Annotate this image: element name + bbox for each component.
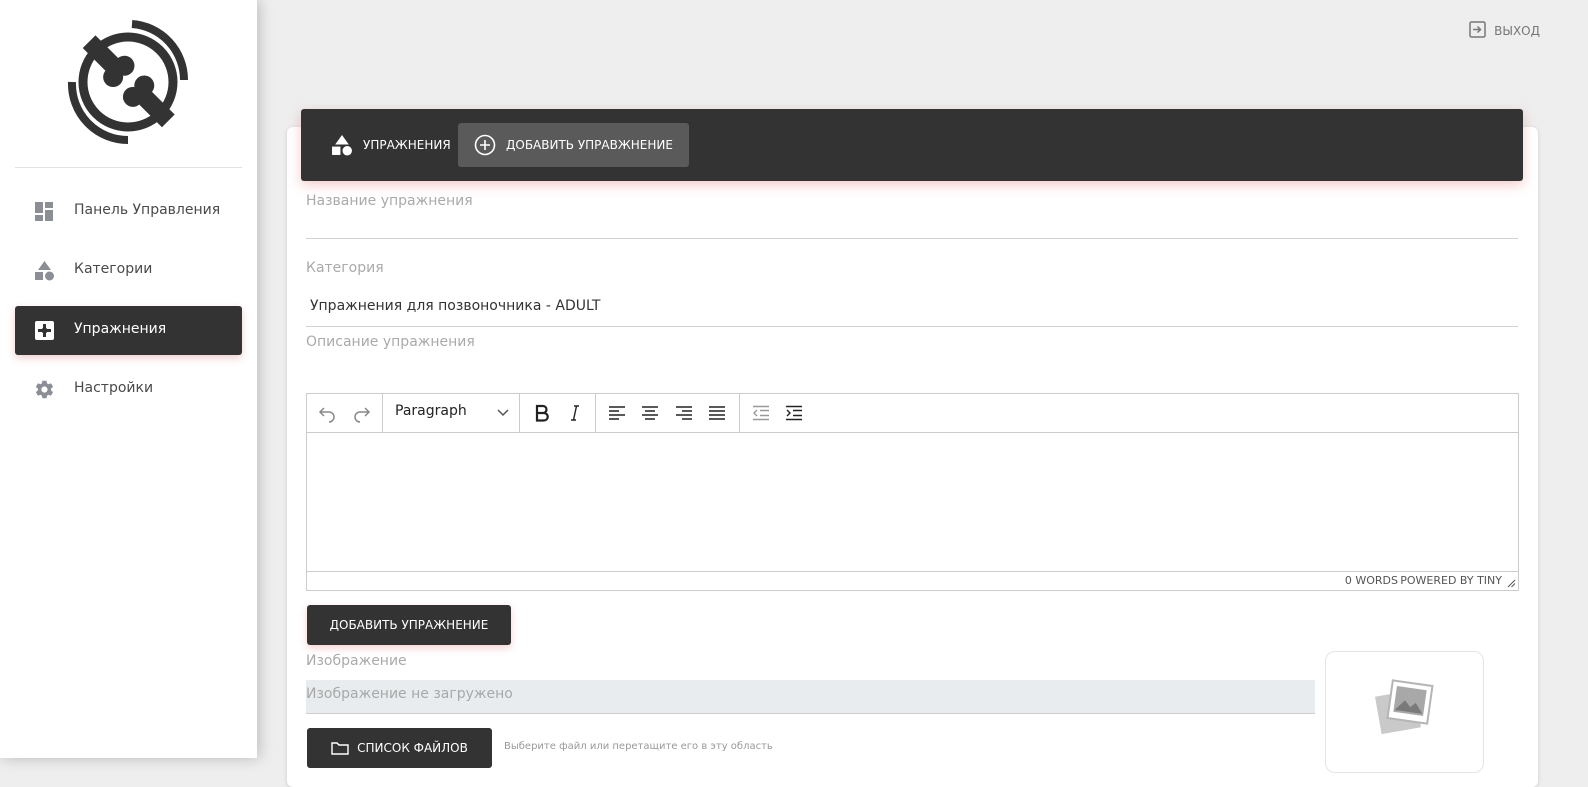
alignment-group	[596, 394, 740, 432]
sidebar-item-dashboard[interactable]: Панель Управления	[15, 187, 242, 236]
align-justify-button[interactable]	[704, 401, 730, 425]
sidebar-item-label: Упражнения	[74, 321, 167, 337]
bold-button[interactable]	[529, 401, 555, 425]
editor-status-bar: 0 WORDS POWERED BY TINY	[307, 571, 1518, 590]
indent-group	[740, 394, 816, 432]
card-header: УПРАЖНЕНИЯ ДОБАВИТЬ УПРАВЖНЕНИЕ	[301, 109, 1523, 181]
redo-icon	[354, 407, 371, 423]
image-preview[interactable]	[1325, 651, 1484, 773]
file-list-button[interactable]: СПИСОК ФАЙЛОВ	[307, 728, 492, 768]
sidebar-item-settings[interactable]: Настройки	[15, 365, 242, 414]
rich-text-editor[interactable]: Paragraph 0 WORDS POWERED BY TINY	[306, 393, 1519, 591]
logout-label: ВЫХОД	[1494, 24, 1540, 38]
resize-handle-icon[interactable]	[1507, 579, 1516, 588]
history-group	[307, 394, 383, 432]
sidebar-item-label: Категории	[74, 261, 153, 277]
align-center-icon	[642, 406, 658, 420]
undo-button[interactable]	[314, 401, 340, 425]
format-select[interactable]: Paragraph	[383, 394, 520, 432]
editor-toolbar: Paragraph	[307, 394, 1518, 433]
name-field-underline	[306, 238, 1518, 239]
name-field-label: Название упражнения	[306, 193, 473, 209]
sidebar: Панель Управления Категории Упражнения Н…	[0, 0, 257, 758]
sidebar-item-exercises[interactable]: Упражнения	[15, 306, 242, 355]
text-style-group	[520, 394, 596, 432]
category-field-label: Категория	[306, 260, 384, 276]
align-justify-icon	[709, 406, 725, 420]
chevron-down-icon	[497, 409, 509, 417]
tab-label: ДОБАВИТЬ УПРАВЖНЕНИЕ	[506, 138, 673, 152]
shapes-icon	[34, 260, 55, 281]
image-placeholder-icon	[1375, 679, 1434, 735]
tab-add-exercise[interactable]: ДОБАВИТЬ УПРАВЖНЕНИЕ	[458, 123, 689, 167]
name-input[interactable]	[310, 214, 1510, 236]
logout-icon	[1469, 21, 1486, 41]
editor-content-area[interactable]	[307, 433, 1518, 571]
sidebar-item-categories[interactable]: Категории	[15, 246, 242, 295]
folder-icon	[331, 742, 349, 755]
image-status-field: Изображение не загружено	[306, 680, 1315, 714]
bold-icon	[535, 404, 549, 422]
redo-button[interactable]	[349, 401, 375, 425]
block-format-value: Paragraph	[395, 403, 467, 419]
undo-icon	[318, 407, 335, 423]
word-count: 0 WORDS	[1344, 574, 1398, 587]
italic-button[interactable]	[562, 401, 588, 425]
sidebar-item-label: Панель Управления	[74, 202, 221, 218]
category-select[interactable]: Упражнения для позвоночника - ADULT	[310, 298, 600, 314]
align-right-button[interactable]	[671, 401, 697, 425]
outdent-button[interactable]	[748, 401, 774, 425]
logout-button[interactable]: ВЫХОД	[1469, 20, 1540, 42]
align-center-button[interactable]	[637, 401, 663, 425]
align-left-icon	[609, 406, 625, 420]
drop-hint: Выберите файл или перетащите его в эту о…	[504, 741, 773, 752]
file-list-label: СПИСОК ФАЙЛОВ	[357, 741, 468, 755]
image-placeholder-text: Изображение не загружено	[306, 686, 513, 702]
sidebar-divider	[15, 167, 242, 168]
description-field-label: Описание упражнения	[306, 334, 475, 350]
align-left-button[interactable]	[604, 401, 630, 425]
outdent-icon	[753, 405, 769, 421]
tab-exercises[interactable]: УПРАЖНЕНИЯ	[331, 123, 451, 167]
add-exercise-button[interactable]: ДОБАВИТЬ УПРАЖНЕНИЕ	[307, 605, 511, 645]
image-field-label: Изображение	[306, 653, 407, 669]
tab-label: УПРАЖНЕНИЯ	[363, 138, 451, 152]
sidebar-item-label: Настройки	[74, 380, 154, 396]
italic-icon	[571, 405, 579, 421]
category-field-underline	[306, 326, 1518, 327]
plus-circle-icon	[474, 134, 496, 156]
powered-by-link[interactable]: POWERED BY TINY	[1400, 574, 1502, 587]
dashboard-icon	[34, 201, 55, 222]
align-right-icon	[676, 406, 692, 420]
shapes-icon	[332, 135, 352, 156]
indent-button[interactable]	[781, 401, 807, 425]
joint-logo-icon[interactable]	[62, 18, 194, 150]
exercise-icon	[34, 320, 55, 341]
indent-icon	[786, 405, 802, 421]
gear-icon	[34, 379, 55, 400]
